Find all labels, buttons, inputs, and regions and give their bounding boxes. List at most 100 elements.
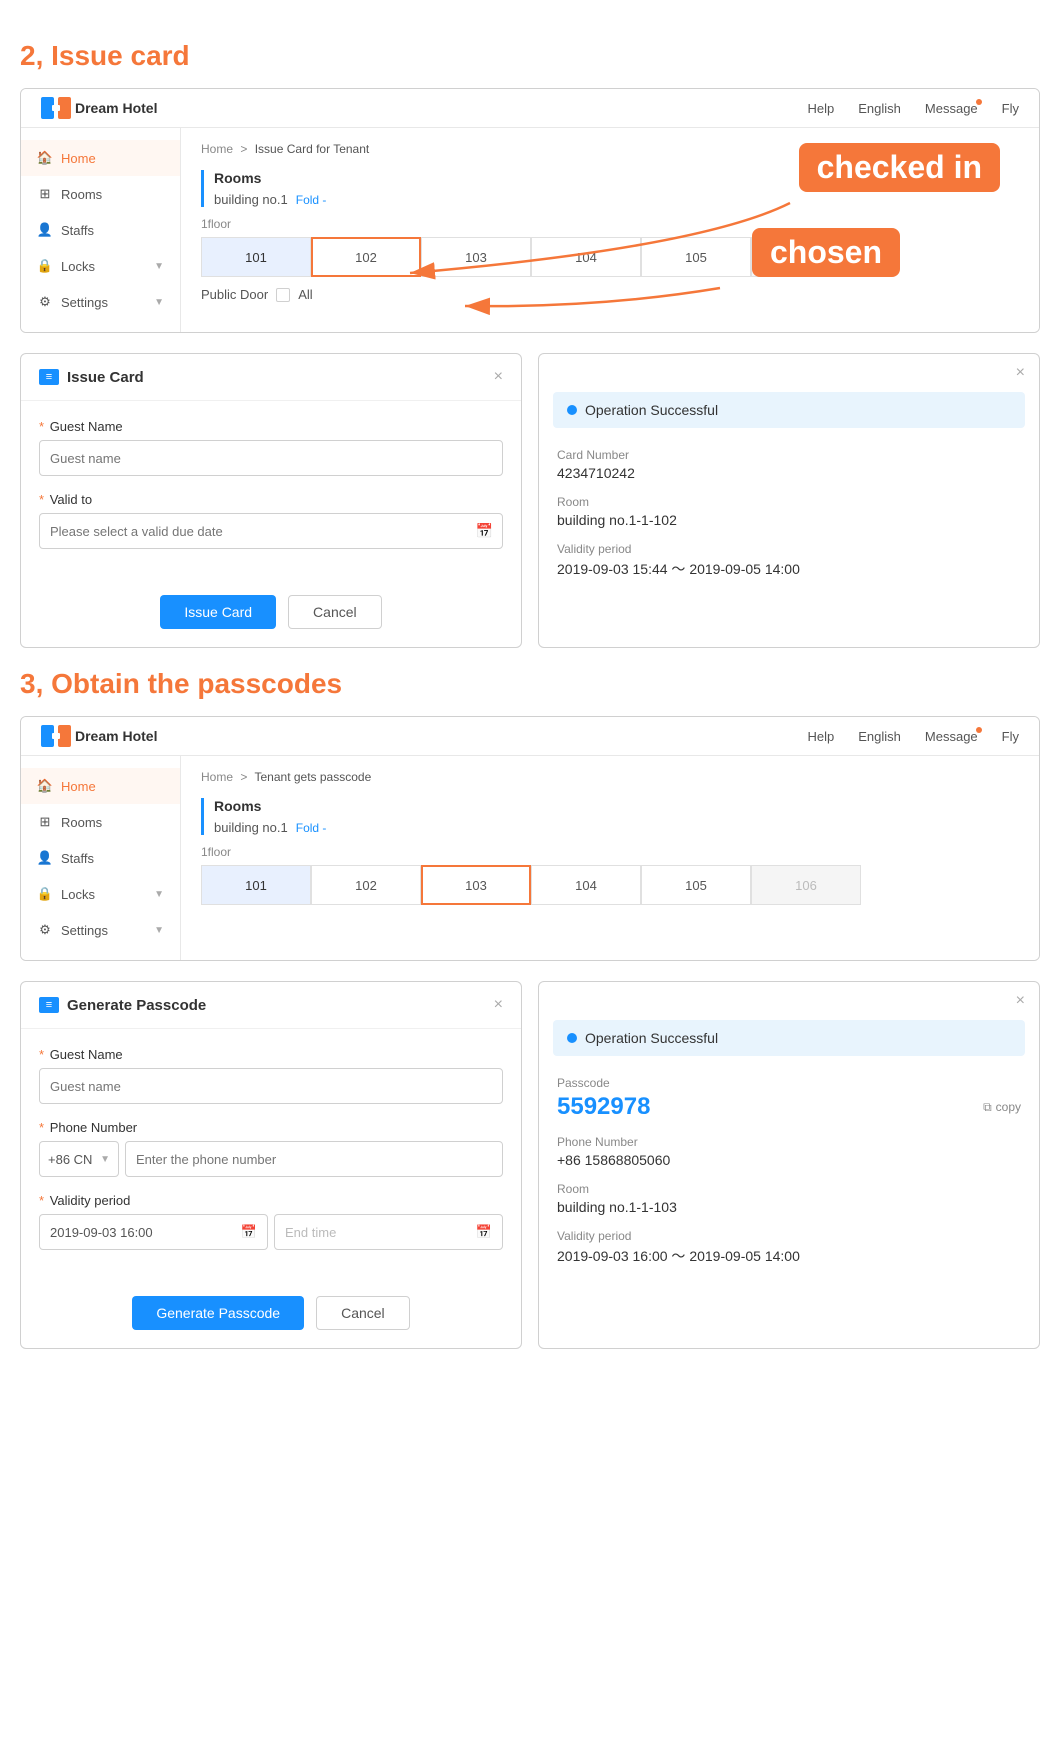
sidebar-item-staffs[interactable]: 👤 Staffs [21, 212, 180, 248]
floor-label: 1floor [201, 217, 1019, 231]
section3-room-cell-103[interactable]: 103 [421, 865, 531, 905]
section3-dialog-header: Generate Passcode × [21, 982, 521, 1029]
section3-room-cell-102[interactable]: 102 [311, 865, 421, 905]
required-mark2: * [39, 492, 44, 507]
success-header-2: × [539, 982, 1039, 1010]
section3-room-102-label: 102 [355, 878, 377, 893]
section3-breadcrumb-sep: > [240, 770, 247, 784]
section3-guest-name-input[interactable] [39, 1068, 503, 1104]
success-close-btn-2[interactable]: × [1016, 992, 1025, 1010]
room-cell-101[interactable]: 101 [201, 237, 311, 277]
sidebar-item-rooms[interactable]: ⊞ Rooms [21, 176, 180, 212]
all-checkbox[interactable] [276, 288, 290, 302]
copy-label: copy [996, 1100, 1021, 1114]
validity-label: Validity period [557, 542, 1021, 556]
section3-room-cell-106: 106 [751, 865, 861, 905]
section3-sidebar-rooms[interactable]: ⊞ Rooms [21, 804, 180, 840]
section3-home-icon: 🏠 [37, 778, 53, 794]
home-icon: 🏠 [37, 150, 53, 166]
sidebar-item-settings[interactable]: ⚙ Settings ▼ [21, 284, 180, 320]
copy-button[interactable]: ⧉ copy [983, 1100, 1021, 1115]
nav-fly[interactable]: Fly [1002, 101, 1019, 116]
section3-sidebar-home[interactable]: 🏠 Home [21, 768, 180, 804]
sidebar: 🏠 Home ⊞ Rooms 👤 Staffs 🔒 Locks ▼ ⚙ [21, 128, 181, 332]
phone-number-label: * Phone Number [39, 1120, 503, 1135]
success-close-btn[interactable]: × [1016, 364, 1025, 382]
staffs-icon: 👤 [37, 222, 53, 238]
main-content: Home > Issue Card for Tenant Rooms build… [181, 128, 1039, 332]
section3-settings-icon: ⚙ [37, 922, 53, 938]
guest-name-input[interactable] [39, 440, 503, 476]
section3-building-row: building no.1 Fold - [214, 820, 1019, 835]
section3-sidebar-staffs[interactable]: 👤 Staffs [21, 840, 180, 876]
section3-hotel-name: Dream Hotel [75, 728, 157, 744]
phone-number-input[interactable] [125, 1141, 503, 1177]
section3-room-cell-105[interactable]: 105 [641, 865, 751, 905]
operation-success-text-2: Operation Successful [585, 1030, 718, 1046]
nav-english[interactable]: English [858, 101, 901, 116]
success-banner: Operation Successful [553, 392, 1025, 428]
start-date-display[interactable]: 2019-09-03 16:00 📅 [39, 1214, 268, 1250]
room-cell-104[interactable]: 104 [531, 237, 641, 277]
room-cell-103[interactable]: 103 [421, 237, 531, 277]
header-nav: Help English Message Fly [808, 101, 1019, 116]
date-input-wrap: 📅 [39, 513, 503, 549]
country-code-value: +86 CN [48, 1152, 92, 1167]
section3-nav-message[interactable]: Message [925, 729, 978, 744]
nav-help[interactable]: Help [808, 101, 835, 116]
logo-icon [41, 97, 71, 119]
section3-fold-link[interactable]: Fold - [296, 821, 327, 835]
section3-dialog-close-btn[interactable]: × [494, 996, 503, 1014]
dialog-close-btn[interactable]: × [494, 368, 503, 386]
phone-number-field: * Phone Number +86 CN ▼ [39, 1120, 503, 1177]
passcode-field: Passcode 5592978 ⧉ copy [557, 1076, 1021, 1121]
section3-sidebar: 🏠 Home ⊞ Rooms 👤 Staffs 🔒 Locks ▼ ⚙ Sett… [21, 756, 181, 960]
issue-card-button[interactable]: Issue Card [160, 595, 276, 629]
start-date-value: 2019-09-03 16:00 [50, 1225, 153, 1240]
all-label: All [298, 287, 312, 302]
end-cal-icon: 📅 [476, 1224, 492, 1240]
fold-link[interactable]: Fold - [296, 193, 327, 207]
section3-room-cell-104[interactable]: 104 [531, 865, 641, 905]
valid-to-input[interactable] [39, 513, 503, 549]
cancel-button[interactable]: Cancel [288, 595, 382, 629]
section3-main-content: Home > Tenant gets passcode Rooms buildi… [181, 756, 1039, 960]
generate-passcode-dialog: Generate Passcode × * Guest Name * Phone… [20, 981, 522, 1349]
generate-passcode-button[interactable]: Generate Passcode [132, 1296, 304, 1330]
sidebar-item-home[interactable]: 🏠 Home [21, 140, 180, 176]
logo-area: Dream Hotel [41, 97, 157, 119]
section3-room-cell-101[interactable]: 101 [201, 865, 311, 905]
success-header: × [539, 354, 1039, 382]
section3-cancel-button[interactable]: Cancel [316, 1296, 410, 1330]
sidebar-item-locks[interactable]: 🔒 Locks ▼ [21, 248, 180, 284]
room-105-label: 105 [685, 250, 707, 265]
section3-rooms-title: Rooms [214, 798, 261, 814]
room-result-label: Room [557, 1182, 1021, 1196]
section3-breadcrumb: Home > Tenant gets passcode [201, 770, 1019, 784]
section3-nav-english[interactable]: English [858, 729, 901, 744]
success-dialog-1: × Operation Successful Card Number 42347… [538, 353, 1040, 648]
sidebar-rooms-label: Rooms [61, 187, 102, 202]
section3-nav-fly[interactable]: Fly [1002, 729, 1019, 744]
breadcrumb-home[interactable]: Home [201, 142, 233, 156]
room-cell-105[interactable]: 105 [641, 237, 751, 277]
room-cell-102[interactable]: 102 [311, 237, 421, 277]
room-102-label: 102 [355, 250, 377, 265]
section3-logo-icon [41, 725, 71, 747]
section3-sidebar-locks[interactable]: 🔒 Locks ▼ [21, 876, 180, 912]
breadcrumb-sep: > [240, 142, 247, 156]
room-104-label: 104 [575, 250, 597, 265]
success-dot-icon-2 [567, 1033, 577, 1043]
section3-locks-icon: 🔒 [37, 886, 53, 902]
end-date-display[interactable]: End time 📅 [274, 1214, 503, 1250]
section3-nav-help[interactable]: Help [808, 729, 835, 744]
settings-icon: ⚙ [37, 294, 53, 310]
section3-sidebar-settings[interactable]: ⚙ Settings ▼ [21, 912, 180, 948]
section3-staffs-label: Staffs [61, 851, 94, 866]
country-code-select[interactable]: +86 CN ▼ [39, 1141, 119, 1177]
section3-breadcrumb-home[interactable]: Home [201, 770, 233, 784]
section3-app-body: 🏠 Home ⊞ Rooms 👤 Staffs 🔒 Locks ▼ ⚙ Sett… [21, 756, 1039, 960]
section3-app-window: Dream Hotel Help English Message Fly 🏠 H… [20, 716, 1040, 961]
section3-staffs-icon: 👤 [37, 850, 53, 866]
nav-message[interactable]: Message [925, 101, 978, 116]
